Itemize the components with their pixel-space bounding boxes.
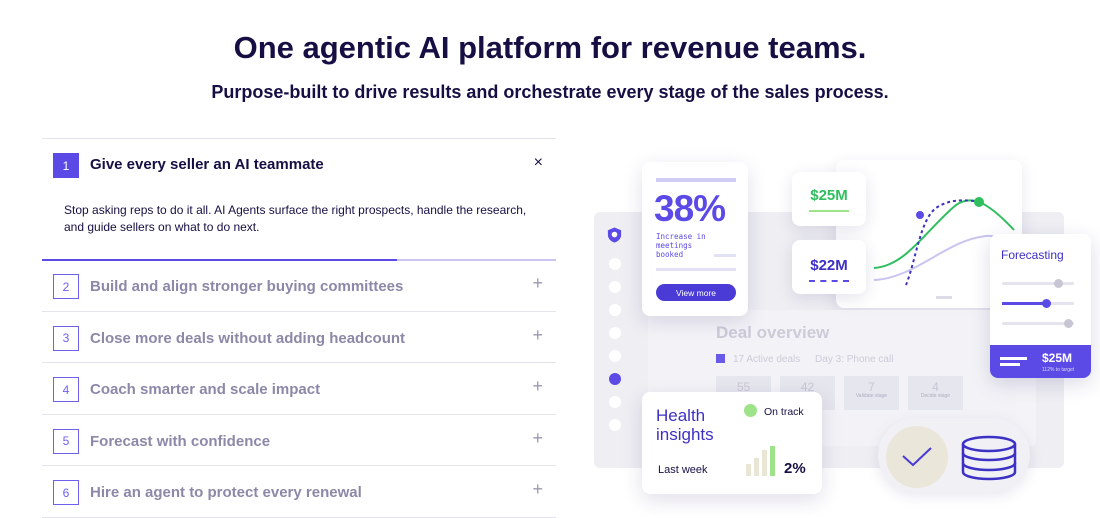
sidebar-dot[interactable] bbox=[609, 281, 621, 293]
accordion-item-title[interactable]: Coach smarter and scale impact bbox=[90, 381, 320, 398]
page-subtitle: Purpose-built to drive results and orche… bbox=[211, 82, 889, 102]
meetings-stat-card: 38% Increase in meetings booked View mor… bbox=[642, 162, 748, 316]
sidebar-dot[interactable] bbox=[609, 327, 621, 339]
accordion-number-badge: 6 bbox=[53, 480, 79, 505]
accordion-number-badge: 3 bbox=[53, 325, 79, 351]
accordion-item-2[interactable]: 2 Build and align stronger buying committ… bbox=[42, 260, 556, 312]
revenue-card-bottom: $22M bbox=[792, 240, 866, 294]
revenue-card-top: $25M bbox=[792, 172, 866, 226]
status-dot bbox=[744, 404, 757, 417]
plus-icon[interactable]: + bbox=[532, 273, 543, 294]
health-bar bbox=[746, 464, 751, 476]
summary-line bbox=[1000, 363, 1020, 366]
deal-overview-title: Deal overview bbox=[716, 323, 830, 342]
stat-card-bar bbox=[656, 178, 736, 182]
accordion-number-badge: 1 bbox=[53, 153, 79, 178]
check-icon bbox=[902, 447, 932, 467]
accordion-item-title[interactable]: Forecast with confidence bbox=[90, 433, 270, 450]
forecast-slider[interactable] bbox=[1002, 279, 1074, 288]
accordion-number-badge: 5 bbox=[53, 428, 79, 454]
health-bar bbox=[754, 458, 759, 476]
plus-icon[interactable]: + bbox=[532, 376, 543, 397]
forecasting-card: Forecasting $25M 112% to target bbox=[990, 234, 1091, 378]
revenue-value: $25M bbox=[810, 187, 848, 204]
health-bar bbox=[770, 446, 775, 476]
sidebar-dot[interactable] bbox=[609, 350, 621, 362]
stat-value: 38% bbox=[654, 188, 726, 229]
deal-stage: 4 Decide stage bbox=[908, 376, 963, 410]
forecast-value: $25M bbox=[1042, 351, 1073, 365]
forecast-summary: $25M 112% to target bbox=[990, 345, 1091, 378]
dashboard-sidebar bbox=[600, 220, 630, 431]
accordion-item-title[interactable]: Give every seller an AI teammate bbox=[90, 156, 324, 173]
forecasting-title: Forecasting bbox=[1001, 248, 1064, 262]
accordion-item-4[interactable]: 4 Coach smarter and scale impact + bbox=[42, 363, 556, 415]
deal-stage-label: Validate stage bbox=[855, 393, 888, 399]
revenue-value: $22M bbox=[810, 257, 848, 274]
accordion-item-5[interactable]: 5 Forecast with confidence + bbox=[42, 415, 556, 466]
slider-knob[interactable] bbox=[1042, 299, 1051, 308]
health-title: Health insights bbox=[656, 406, 714, 444]
accordion-item-title[interactable]: Close more deals without adding headcoun… bbox=[90, 330, 405, 347]
accordion-item-6[interactable]: 6 Hire an agent to protect every renewal + bbox=[42, 466, 556, 518]
deal-stage-value: 4 bbox=[932, 380, 939, 394]
health-insights-card: Health insights On track Last week 2% bbox=[642, 392, 822, 494]
shield-icon bbox=[607, 227, 622, 243]
view-more-button[interactable]: View more bbox=[656, 284, 736, 301]
revenue-underline bbox=[809, 280, 849, 282]
stat-description: Increase in meetings booked bbox=[656, 232, 706, 259]
sidebar-dot[interactable] bbox=[609, 258, 621, 270]
stat-card-line bbox=[714, 254, 736, 257]
product-illustration: Deal overview 17 Active deals Day 3: Pho… bbox=[590, 150, 1091, 500]
accordion-number-badge: 2 bbox=[53, 274, 79, 299]
sidebar-dot[interactable] bbox=[609, 419, 621, 431]
database-icon[interactable] bbox=[960, 435, 1018, 481]
plus-icon[interactable]: + bbox=[532, 428, 543, 449]
deal-stage: 7 Validate stage bbox=[844, 376, 899, 410]
sidebar-dot-active[interactable] bbox=[609, 373, 621, 385]
page-title: One agentic AI platform for revenue team… bbox=[233, 30, 867, 65]
feature-accordion: 1 Give every seller an AI teammate × Sto… bbox=[42, 138, 556, 518]
stat-card-line bbox=[656, 268, 736, 271]
forecast-slider[interactable] bbox=[1002, 299, 1074, 308]
revenue-underline bbox=[809, 210, 849, 212]
plus-icon[interactable]: + bbox=[532, 479, 543, 500]
forecast-sub: 112% to target bbox=[1042, 367, 1075, 373]
health-bar bbox=[762, 450, 767, 476]
accordion-number-badge: 4 bbox=[53, 377, 79, 402]
deal-stage-label: Decide stage bbox=[920, 393, 951, 399]
legend-phone-call: Day 3: Phone call bbox=[815, 354, 894, 365]
sidebar-dot[interactable] bbox=[609, 304, 621, 316]
slider-fill bbox=[1002, 302, 1047, 305]
slider-knob[interactable] bbox=[1054, 279, 1063, 288]
summary-line bbox=[1000, 357, 1027, 360]
plus-icon[interactable]: + bbox=[532, 325, 543, 346]
slider-knob[interactable] bbox=[1064, 319, 1073, 328]
accordion-item-open[interactable]: 1 Give every seller an AI teammate × Sto… bbox=[42, 138, 556, 261]
check-button[interactable] bbox=[886, 426, 948, 488]
close-icon[interactable]: × bbox=[534, 154, 543, 172]
accordion-item-3[interactable]: 3 Close more deals without adding headcou… bbox=[42, 312, 556, 363]
accordion-item-title[interactable]: Hire an agent to protect every renewal bbox=[90, 484, 362, 501]
accordion-item-body: Stop asking reps to do it all. AI Agents… bbox=[64, 203, 527, 234]
sidebar-dot[interactable] bbox=[609, 396, 621, 408]
period-label: Last week bbox=[658, 464, 708, 476]
accordion-item-title[interactable]: Build and align stronger buying committe… bbox=[90, 278, 403, 295]
forecast-slider[interactable] bbox=[1002, 319, 1074, 328]
legend-active-deals: 17 Active deals bbox=[733, 354, 801, 365]
deal-legend: 17 Active deals Day 3: Phone call bbox=[716, 354, 893, 365]
status-label: On track bbox=[764, 406, 804, 418]
deal-stage-value: 7 bbox=[868, 380, 875, 394]
health-percent: 2% bbox=[784, 460, 806, 477]
legend-swatch bbox=[716, 354, 725, 363]
